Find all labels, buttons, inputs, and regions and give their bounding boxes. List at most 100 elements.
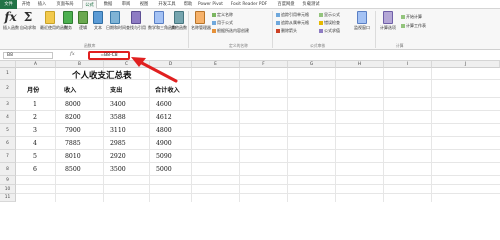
column-header[interactable]: D xyxy=(150,61,192,68)
column-header[interactable]: A xyxy=(16,61,56,68)
show-formulas-button[interactable]: 显示公式 xyxy=(319,12,340,17)
table-header-cell[interactable]: 收入 xyxy=(64,85,76,94)
create-from-selection-button[interactable]: 根据所选内容创建 xyxy=(212,28,249,33)
table-cell[interactable]: 4600 xyxy=(156,101,172,108)
table-cell[interactable]: 4612 xyxy=(156,114,172,121)
table-cell[interactable]: 4900 xyxy=(156,140,172,147)
tab-help[interactable]: 帮助 xyxy=(181,0,195,9)
more-functions-button[interactable]: 其他函数 xyxy=(171,11,187,30)
tab-formulas[interactable]: 公式 xyxy=(82,0,97,9)
row-header[interactable]: 11 xyxy=(0,194,16,202)
row-header[interactable]: 3 xyxy=(0,98,16,111)
logic-button[interactable]: 逻辑 xyxy=(76,11,90,30)
tab-review[interactable]: 审阅 xyxy=(119,0,133,9)
calculate-now-button[interactable]: 开始计算 xyxy=(401,14,422,19)
column-header[interactable]: G xyxy=(288,61,336,68)
function-fx-icon: fx xyxy=(4,10,17,24)
row-header[interactable]: 8 xyxy=(0,163,16,176)
calculate-sheet-button[interactable]: 计算工作表 xyxy=(401,23,426,28)
define-name-icon xyxy=(212,12,216,17)
column-header[interactable]: C xyxy=(104,61,150,68)
table-cell[interactable]: 1 xyxy=(33,101,37,108)
row-header[interactable]: 10 xyxy=(0,185,16,194)
tab-power-pivot[interactable]: Power Pivot xyxy=(198,0,223,9)
table-cell[interactable]: 3588 xyxy=(110,114,126,121)
table-header-cell[interactable]: 支出 xyxy=(110,85,122,94)
tab-file[interactable]: 文件 xyxy=(0,0,17,9)
date-time-button[interactable]: 日期和时间 xyxy=(106,11,126,30)
lookup-reference-button[interactable]: 查找与引用 xyxy=(126,11,146,30)
remove-arrows-button[interactable]: 删除箭头 xyxy=(276,28,297,33)
worksheet-grid[interactable]: A B C D E F G H I J 1 2 3 4 5 6 7 8 9 10… xyxy=(0,61,500,202)
watch-window-button[interactable]: 监视窗口 xyxy=(352,11,372,30)
table-cell[interactable]: 2920 xyxy=(110,153,126,160)
tab-home[interactable]: 开始 xyxy=(19,0,33,9)
table-cell[interactable]: 8000 xyxy=(65,101,81,108)
row-header[interactable]: 1 xyxy=(0,68,16,80)
table-cell[interactable]: 8200 xyxy=(65,114,81,121)
error-checking-button[interactable]: 错误检查 xyxy=(319,20,340,25)
table-cell[interactable]: 7900 xyxy=(65,127,81,134)
row-header[interactable]: 2 xyxy=(0,80,16,98)
tab-page-layout[interactable]: 页面布局 xyxy=(53,0,77,9)
row-header[interactable]: 7 xyxy=(0,150,16,163)
table-header-cell[interactable]: 合计收入 xyxy=(155,85,180,94)
table-cell[interactable]: 2985 xyxy=(110,140,126,147)
function-fx-icon[interactable]: fx xyxy=(70,51,75,57)
gridline xyxy=(16,162,500,163)
row-header[interactable]: 4 xyxy=(0,111,16,124)
tab-baidu-netdisk[interactable]: 百度网盘 xyxy=(275,0,297,9)
table-cell[interactable]: 7885 xyxy=(65,140,81,147)
trace-dependents-button[interactable]: 追踪从属单元格 xyxy=(276,20,309,25)
table-cell[interactable]: 5000 xyxy=(156,166,172,173)
table-cell[interactable]: 4800 xyxy=(156,127,172,134)
column-header[interactable]: F xyxy=(240,61,288,68)
column-header[interactable]: E xyxy=(192,61,240,68)
table-header-cell[interactable]: 月份 xyxy=(27,85,39,94)
tab-load-test[interactable]: 负载测试 xyxy=(299,0,323,9)
formula-input[interactable]: =B8-C8 xyxy=(88,51,130,60)
trace-precedents-button[interactable]: 追踪引用单元格 xyxy=(276,12,309,17)
tab-view[interactable]: 视图 xyxy=(137,0,151,9)
table-cell[interactable]: 3400 xyxy=(110,101,126,108)
table-cell[interactable]: 3 xyxy=(33,127,37,134)
gridline xyxy=(16,149,500,150)
math-trig-button[interactable]: 数学和三角函数 xyxy=(148,11,176,30)
column-header[interactable]: H xyxy=(336,61,384,68)
recent-functions-button[interactable]: 最近使用的函数 xyxy=(40,11,68,30)
row-header[interactable]: 5 xyxy=(0,124,16,137)
define-name-button[interactable]: 定义名称 xyxy=(212,12,233,17)
group-separator xyxy=(272,11,273,48)
tab-foxit-reader-pdf[interactable]: Foxit Reader PDF xyxy=(226,0,272,9)
table-cell[interactable]: 2 xyxy=(33,114,37,121)
gridline xyxy=(287,68,288,202)
formula-bar: B8 fx =B8-C8 xyxy=(0,50,500,61)
table-cell[interactable]: 5 xyxy=(33,153,37,160)
column-header[interactable]: B xyxy=(56,61,104,68)
tab-insert[interactable]: 插入 xyxy=(35,0,49,9)
table-cell[interactable]: 6 xyxy=(33,166,37,173)
table-cell[interactable]: 5090 xyxy=(156,153,172,160)
text-functions-button[interactable]: 文本 xyxy=(91,11,105,30)
tab-developer[interactable]: 开发工具 xyxy=(155,0,179,9)
select-all-corner[interactable] xyxy=(0,61,16,68)
table-cell[interactable]: 8010 xyxy=(65,153,81,160)
table-cell[interactable]: 3500 xyxy=(110,166,126,173)
finance-button[interactable]: 财务 xyxy=(61,11,75,30)
column-header[interactable]: I xyxy=(384,61,432,68)
insert-function-button[interactable]: fx 插入函数 xyxy=(3,10,19,31)
name-box[interactable]: B8 xyxy=(3,52,53,59)
calculation-options-button[interactable]: 计算选项 xyxy=(378,11,398,30)
use-in-formula-button[interactable]: 用于公式 xyxy=(212,20,233,25)
group-label-calculation: 计算 xyxy=(396,43,404,48)
row-header[interactable]: 9 xyxy=(0,176,16,185)
tab-data[interactable]: 数据 xyxy=(101,0,115,9)
column-header[interactable]: J xyxy=(432,61,500,68)
row-header[interactable]: 6 xyxy=(0,137,16,150)
name-manager-button[interactable]: 名称管理器 xyxy=(191,11,211,30)
evaluate-formula-button[interactable]: 公式求值 xyxy=(319,28,340,33)
table-cell[interactable]: 8500 xyxy=(65,166,81,173)
table-cell[interactable]: 3110 xyxy=(110,127,126,134)
autosum-button[interactable]: Σ 自动求和 xyxy=(20,11,36,31)
table-cell[interactable]: 4 xyxy=(33,140,37,147)
